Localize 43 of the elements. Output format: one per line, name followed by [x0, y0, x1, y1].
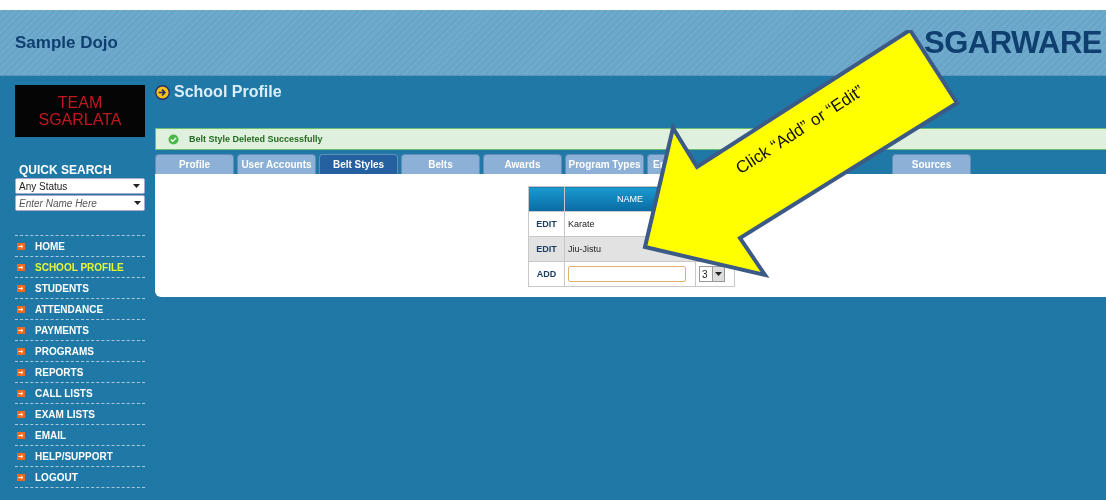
- tab[interactable]: Belt Styles: [319, 154, 398, 174]
- arrow-bullet-icon: [17, 284, 25, 292]
- arrow-bullet-icon: [17, 263, 25, 271]
- edit-link[interactable]: EDIT: [528, 236, 565, 262]
- page-title: School Profile: [174, 83, 282, 101]
- arrow-circle-icon: [155, 84, 170, 100]
- caret-icon: [134, 201, 141, 205]
- status-select[interactable]: Any Status: [15, 178, 145, 194]
- menu-item[interactable]: REPORTS: [15, 362, 145, 383]
- arrow-bullet-icon: [17, 452, 25, 460]
- arrow-bullet-icon: [17, 305, 25, 313]
- caret-icon: [715, 272, 722, 276]
- menu-item[interactable]: SCHOOL PROFILE: [15, 257, 145, 278]
- arrow-bullet-icon: [17, 347, 25, 355]
- menu-item[interactable]: EMAIL: [15, 425, 145, 446]
- input-field[interactable]: [568, 266, 686, 282]
- quick-search-title: QUICK SEARCH: [18, 163, 113, 177]
- brand-logo: SGARWARE: [924, 24, 1102, 61]
- menu-item[interactable]: HOME: [15, 236, 145, 257]
- rank-select[interactable]: 3: [699, 266, 725, 282]
- name-search-field[interactable]: Enter Name Here: [15, 195, 145, 211]
- menu-item[interactable]: STUDENTS: [15, 278, 145, 299]
- menu-item[interactable]: EXAM LISTS: [15, 404, 145, 425]
- add-link[interactable]: ADD: [528, 261, 565, 287]
- menu-item[interactable]: CALL LISTS: [15, 383, 145, 404]
- caret-icon: [133, 184, 140, 188]
- arrow-bullet-icon: [17, 242, 25, 250]
- menu-item[interactable]: PAYMENTS: [15, 320, 145, 341]
- menu-item[interactable]: PROGRAMS: [15, 341, 145, 362]
- arrow-bullet-icon: [17, 410, 25, 418]
- arrow-bullet-icon: [17, 389, 25, 397]
- team-logo: TEAM SGARLATA: [15, 85, 145, 137]
- menu-item[interactable]: ATTENDANCE: [15, 299, 145, 320]
- success-message: Belt Style Deleted Successfully: [189, 134, 323, 144]
- school-name: Sample Dojo: [15, 32, 118, 53]
- arrow-bullet-icon: [17, 473, 25, 481]
- arrow-bullet-icon: [17, 326, 25, 334]
- check-icon: [168, 133, 179, 145]
- menu-item[interactable]: HELP/SUPPORT: [15, 446, 145, 467]
- arrow-bullet-icon: [17, 368, 25, 376]
- edit-link[interactable]: EDIT: [528, 211, 565, 237]
- menu-item[interactable]: LOGOUT: [15, 467, 145, 488]
- arrow-bullet-icon: [17, 431, 25, 439]
